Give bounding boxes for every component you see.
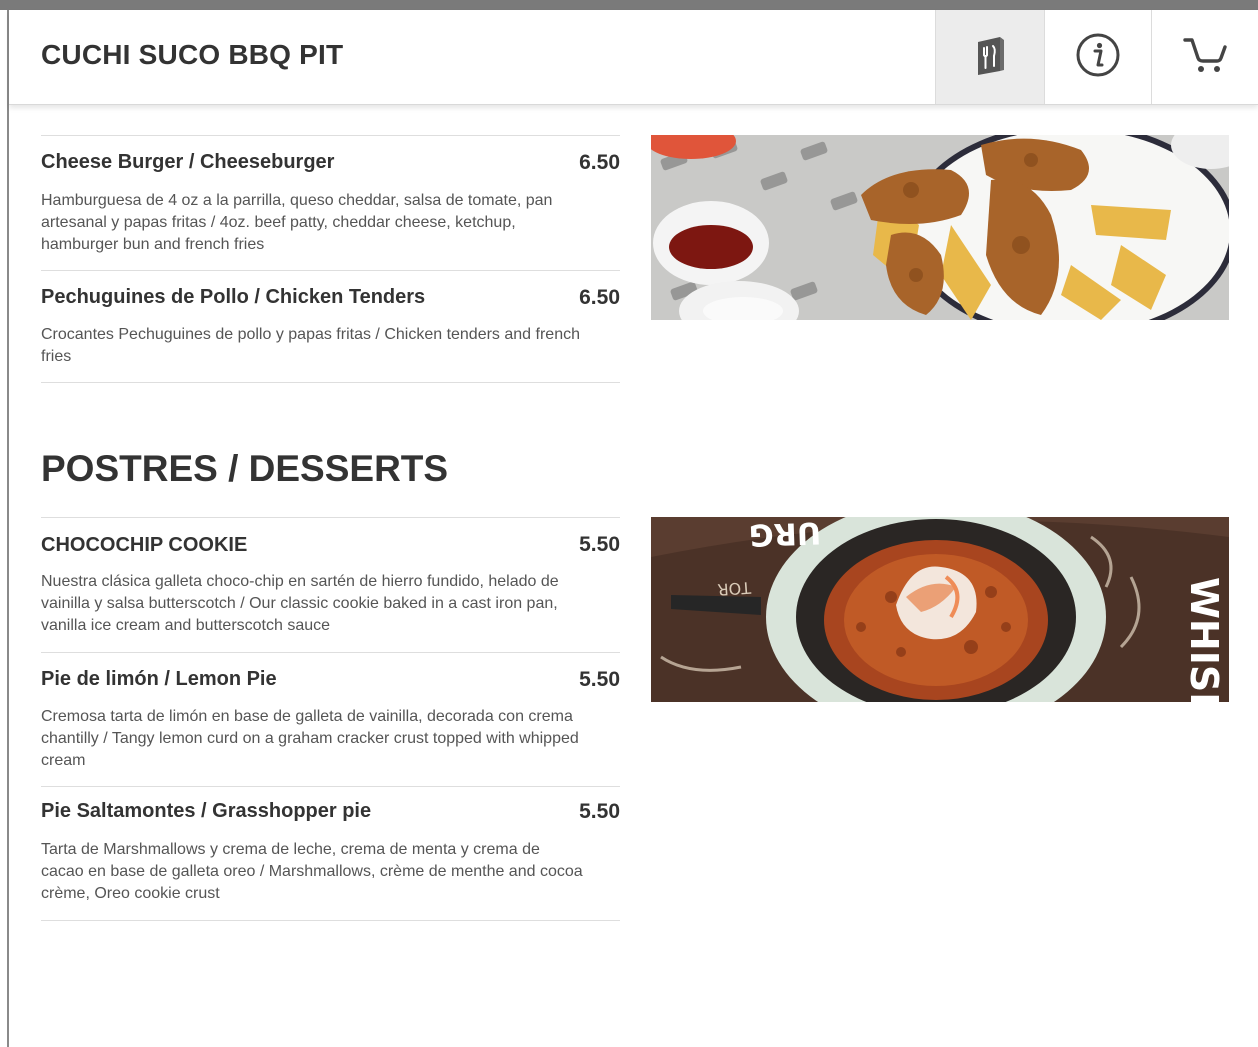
menu-section-list: Cheese Burger / Cheeseburger 6.50 Hambur…	[41, 135, 620, 383]
item-price: 5.50	[579, 668, 620, 691]
item-price: 6.50	[579, 151, 620, 174]
item-name: Pie de limón / Lemon Pie	[41, 668, 277, 690]
window-top-border	[0, 0, 1258, 10]
menu-item[interactable]: Pechuguines de Pollo / Chicken Tenders 6…	[41, 271, 620, 383]
svg-text:TOR: TOR	[717, 578, 753, 599]
svg-text:URG: URG	[748, 517, 821, 552]
item-description: Crocantes Pechuguines de pollo y papas f…	[41, 326, 580, 365]
menu-section-list: CHOCOCHIP COOKIE 5.50 Nuestra clásica ga…	[41, 517, 620, 921]
app-header: CUCHI SUCO BBQ PIT	[9, 10, 1258, 105]
chicken-tenders-photo	[651, 135, 1229, 320]
item-name: Pie Saltamontes / Grasshopper pie	[41, 800, 372, 822]
item-price: 5.50	[579, 800, 620, 823]
item-name: Pechuguines de Pollo / Chicken Tenders	[41, 286, 426, 308]
item-price: 5.50	[579, 533, 620, 556]
menu-button[interactable]	[935, 10, 1044, 104]
item-name: CHOCOCHIP COOKIE	[41, 534, 248, 556]
item-description: Tarta de Marshmallows y crema de leche, …	[41, 841, 583, 902]
item-price: 6.50	[579, 286, 620, 309]
item-description: Nuestra clásica galleta choco-chip en sa…	[41, 573, 559, 634]
info-button[interactable]	[1044, 10, 1151, 104]
item-description: Hamburguesa de 4 oz a la parrilla, queso…	[41, 192, 553, 253]
restaurant-name: CUCHI SUCO BBQ PIT	[41, 39, 344, 70]
menu-icon	[973, 35, 1007, 80]
cookie-skillet-photo: URG WHISK TOR	[651, 517, 1229, 702]
menu-item[interactable]: Cheese Burger / Cheeseburger 6.50 Hambur…	[41, 136, 620, 271]
menu-item[interactable]: Pie Saltamontes / Grasshopper pie 5.50 T…	[41, 787, 620, 921]
item-name: Cheese Burger / Cheeseburger	[41, 151, 335, 173]
svg-text:WHISK: WHISK	[1182, 577, 1226, 702]
cart-button[interactable]	[1151, 10, 1258, 104]
menu-item[interactable]: Pie de limón / Lemon Pie 5.50 Cremosa ta…	[41, 653, 620, 787]
menu-item[interactable]: CHOCOCHIP COOKIE 5.50 Nuestra clásica ga…	[41, 518, 620, 653]
cart-icon	[1182, 35, 1228, 80]
window-left-border	[0, 10, 9, 1047]
item-description: Cremosa tarta de limón en base de gallet…	[41, 708, 579, 769]
section-title: POSTRES / DESSERTS	[41, 448, 449, 489]
info-icon	[1075, 32, 1121, 83]
